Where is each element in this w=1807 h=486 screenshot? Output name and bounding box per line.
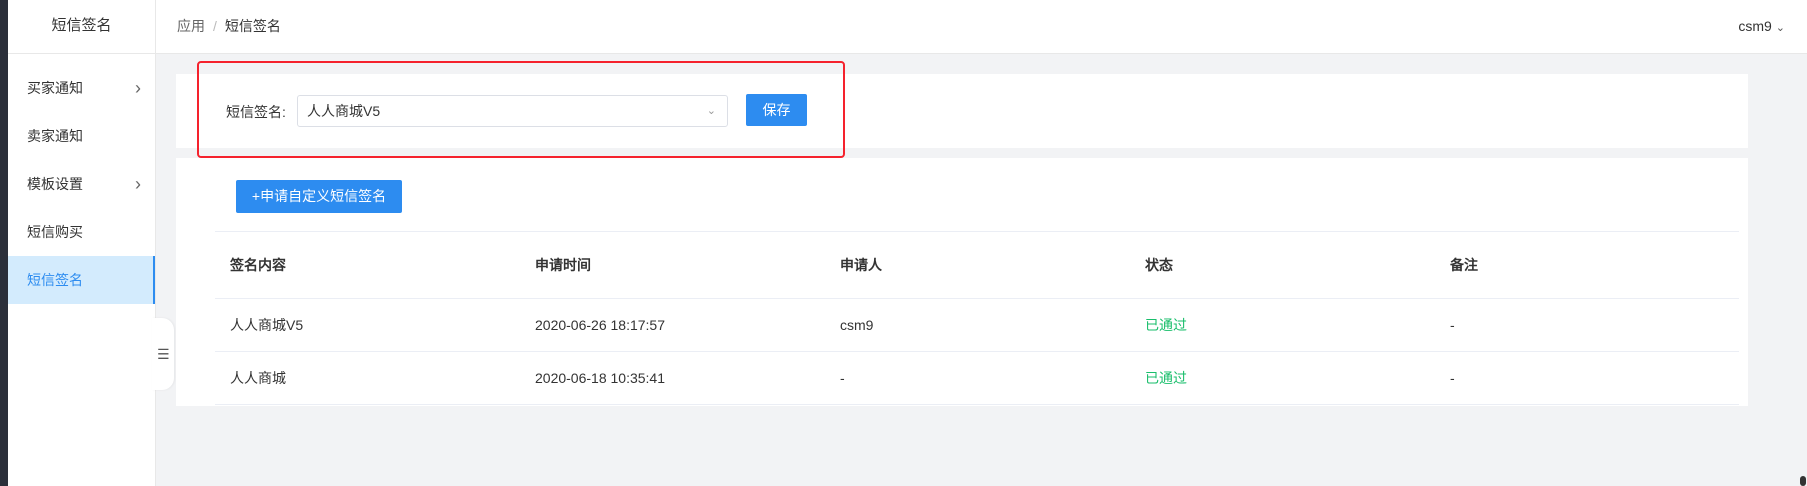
signature-select-value: 人人商城V5	[307, 103, 381, 119]
username: csm9	[1738, 18, 1772, 34]
chevron-right-icon: ›	[135, 78, 141, 98]
column-header-time: 申请时间	[535, 257, 591, 273]
column-header-remark: 备注	[1450, 257, 1478, 273]
signature-table: 签名内容 申请时间 申请人 状态 备注 人人商城V5 2020-06-26 18…	[215, 231, 1739, 405]
chevron-down-icon: ⌄	[706, 105, 716, 117]
sidebar-item-template-settings[interactable]: 模板设置 ›	[8, 160, 155, 208]
breadcrumb-separator: /	[213, 18, 217, 34]
sidebar-item-label: 卖家通知	[27, 128, 83, 144]
cell-remark: -	[1450, 317, 1455, 333]
table-header-row: 签名内容 申请时间 申请人 状态 备注	[215, 232, 1739, 299]
signature-form-card: 短信签名: 人人商城V5 ⌄ 保存	[176, 74, 1748, 148]
user-menu[interactable]: csm9 ⌄	[1738, 0, 1785, 54]
sidebar-item-label: 短信签名	[27, 272, 83, 288]
apply-custom-signature-button[interactable]: +申请自定义短信签名	[236, 180, 402, 213]
top-header: 应用 / 短信签名 csm9 ⌄	[156, 0, 1807, 54]
cell-content: 人人商城V5	[230, 317, 304, 333]
column-header-applicant: 申请人	[840, 257, 882, 273]
sidebar-menu: 买家通知 › 卖家通知 模板设置 › 短信购买 短信签名	[8, 64, 155, 304]
sidebar-title: 短信签名	[8, 0, 155, 54]
sidebar-item-buyer-notice[interactable]: 买家通知 ›	[8, 64, 155, 112]
cell-remark: -	[1450, 370, 1455, 386]
sidebar-item-sms-purchase[interactable]: 短信购买	[8, 208, 155, 256]
sidebar-item-seller-notice[interactable]: 卖家通知	[8, 112, 155, 160]
status-badge: 已通过	[1145, 317, 1187, 333]
cell-time: 2020-06-18 10:35:41	[535, 370, 665, 386]
breadcrumb-item-current: 短信签名	[224, 18, 281, 34]
chevron-down-icon: ⌄	[1775, 22, 1785, 34]
scrollbar-thumb[interactable]	[1800, 476, 1806, 486]
sidebar-item-label: 短信购买	[27, 224, 83, 240]
sidebar-item-label: 模板设置	[27, 176, 83, 192]
page-scrollbar[interactable]	[1799, 54, 1807, 486]
chevron-right-icon: ›	[135, 174, 141, 194]
cell-time: 2020-06-26 18:17:57	[535, 317, 665, 333]
signature-label: 短信签名:	[226, 104, 286, 120]
cell-applicant: csm9	[840, 317, 874, 333]
left-edge-bar	[0, 0, 8, 486]
breadcrumb: 应用 / 短信签名	[177, 0, 281, 52]
column-header-status: 状态	[1145, 257, 1173, 273]
table-row: 人人商城 2020-06-18 10:35:41 - 已通过 -	[215, 352, 1739, 405]
column-header-content: 签名内容	[230, 257, 286, 273]
sidebar-item-label: 买家通知	[27, 80, 83, 96]
menu-collapse-icon: ☰	[157, 346, 170, 362]
save-button[interactable]: 保存	[746, 94, 807, 126]
sidebar: 短信签名 买家通知 › 卖家通知 模板设置 › 短信购买 短信签名	[8, 0, 156, 486]
sidebar-collapse-toggle[interactable]: ☰	[152, 318, 174, 390]
sidebar-item-sms-signature[interactable]: 短信签名	[8, 256, 155, 304]
table-row: 人人商城V5 2020-06-26 18:17:57 csm9 已通过 -	[215, 299, 1739, 352]
cell-content: 人人商城	[230, 370, 286, 386]
signature-select[interactable]: 人人商城V5 ⌄	[297, 95, 728, 127]
status-badge: 已通过	[1145, 370, 1187, 386]
cell-applicant: -	[840, 370, 845, 386]
breadcrumb-item-app[interactable]: 应用	[177, 18, 205, 34]
signature-list-card: +申请自定义短信签名 签名内容 申请时间 申请人 状态 备注 人人商城V5 20…	[176, 158, 1748, 406]
